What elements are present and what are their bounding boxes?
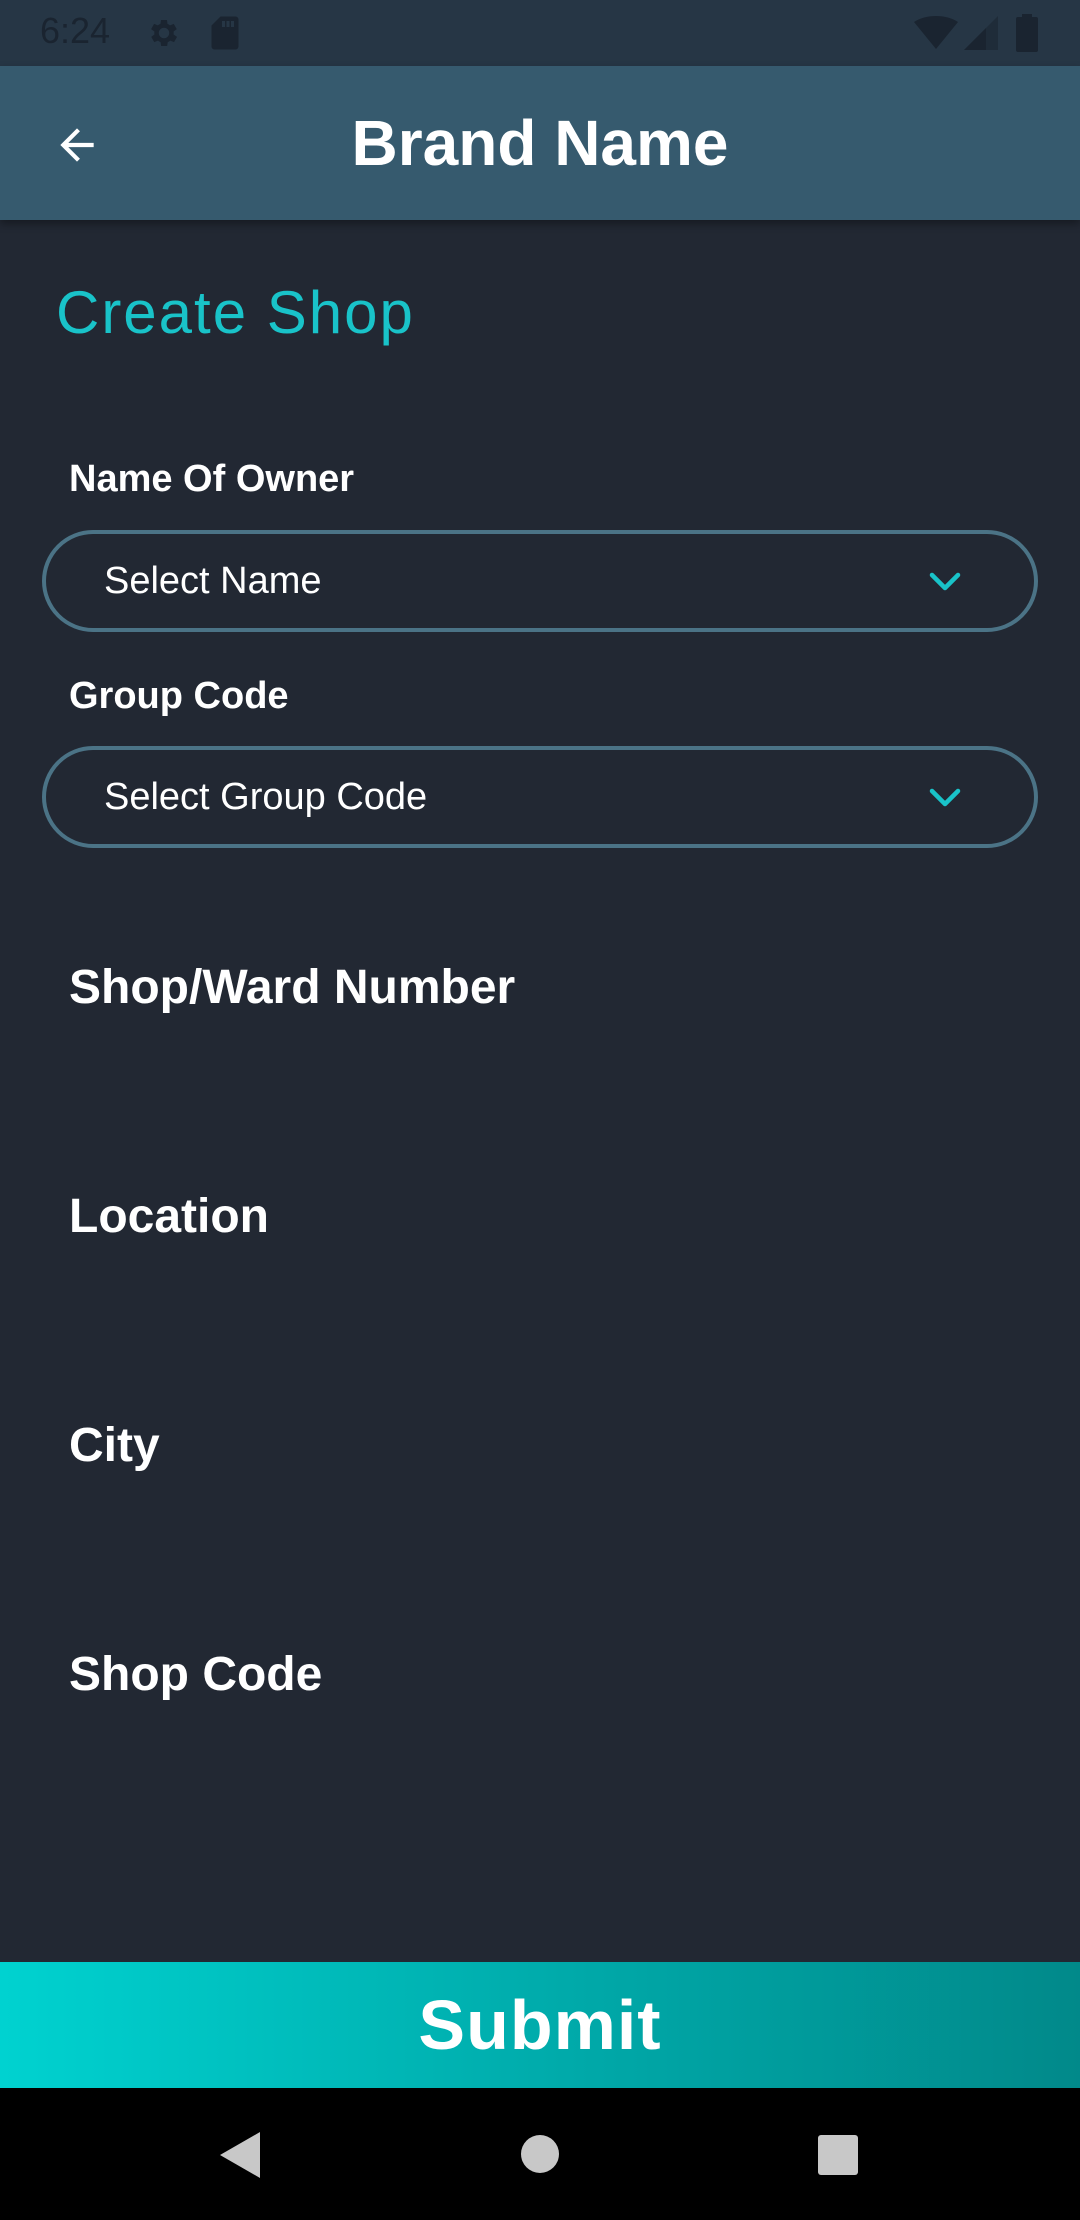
owner-label: Name Of Owner	[69, 458, 355, 500]
gear-icon	[151, 19, 178, 47]
location-label: Location	[69, 1190, 269, 1243]
nav-recents-icon[interactable]	[817, 2134, 859, 2176]
battery-icon	[1016, 14, 1038, 52]
wifi-icon	[914, 16, 958, 49]
city-label: City	[69, 1419, 160, 1472]
group-code-label: Group Code	[69, 675, 289, 717]
system-nav-bar	[0, 2088, 1080, 2220]
sd-card-icon	[211, 16, 239, 50]
nav-home-icon[interactable]	[520, 2134, 560, 2174]
status-time: 6:24	[40, 10, 111, 51]
nav-back-icon[interactable]	[218, 2130, 262, 2180]
group-code-select[interactable]: Select Group Code	[42, 746, 1038, 848]
page-heading: Create Shop	[56, 279, 415, 346]
app-title: Brand Name	[351, 107, 729, 179]
shop-ward-number-label: Shop/Ward Number	[69, 961, 516, 1014]
chevron-down-icon	[929, 572, 961, 591]
owner-select-value: Select Name	[104, 560, 322, 602]
arrow-left-icon	[60, 128, 94, 162]
shop-code-label: Shop Code	[69, 1648, 323, 1701]
owner-select[interactable]: Select Name	[42, 530, 1038, 632]
app-bar: Brand Name	[0, 66, 1080, 220]
status-bar: 6:24	[0, 0, 1080, 66]
chevron-down-icon	[929, 788, 961, 807]
signal-icon	[964, 16, 998, 50]
group-code-select-value: Select Group Code	[104, 776, 428, 818]
submit-button[interactable]: Submit	[0, 1962, 1080, 2088]
back-button[interactable]	[42, 110, 112, 180]
